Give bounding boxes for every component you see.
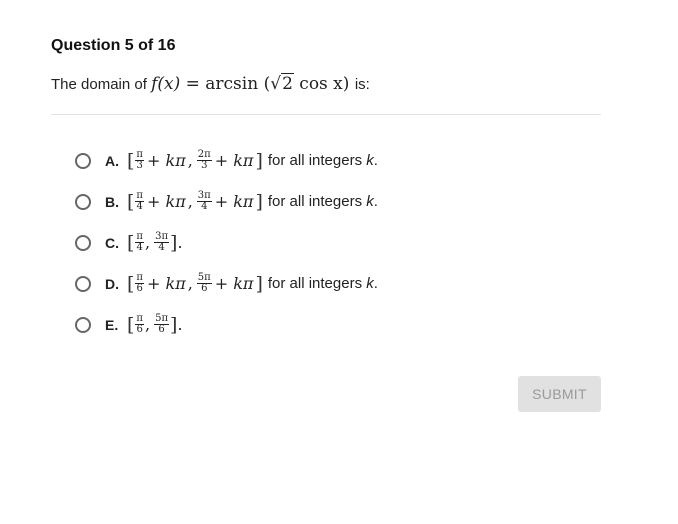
period: .	[373, 193, 378, 210]
period: .	[177, 315, 183, 334]
option-label: D.	[105, 275, 119, 292]
fraction: 3π 4	[154, 231, 170, 253]
suffix-text: for all integers	[267, 193, 363, 210]
option-label: B.	[105, 193, 119, 210]
fraction: π4	[135, 231, 144, 253]
interval-expression: [π 6, 5π 6].	[127, 313, 183, 336]
option-text: [π 6 + kπ, 5π 6 + kπ] for all integers k.	[127, 273, 378, 295]
submit-button[interactable]: SUBMIT	[518, 376, 601, 412]
divider	[51, 114, 601, 115]
radio-button[interactable]	[75, 152, 91, 169]
radio-button[interactable]	[75, 193, 91, 210]
plus-kpi: + kπ	[214, 151, 254, 170]
period: .	[373, 275, 378, 292]
period: .	[177, 233, 183, 252]
option-text: [π 4, 3π 4].	[127, 232, 188, 254]
option-text: [π 6, 5π 6].	[127, 314, 188, 336]
fraction: 2π 3	[196, 149, 212, 171]
fraction: π4	[135, 190, 144, 212]
period: .	[373, 152, 378, 169]
prompt-cos: cos x	[299, 74, 343, 94]
comma: ,	[145, 315, 151, 334]
fraction: π6	[135, 272, 144, 294]
comma: ,	[187, 274, 193, 293]
comma: ,	[145, 233, 151, 252]
fraction: π6	[135, 313, 144, 335]
answer-option[interactable]: C. [π 4, 3π 4].	[75, 222, 378, 263]
radio-button[interactable]	[75, 234, 91, 251]
comma: ,	[187, 192, 193, 211]
question-header: Question 5 of 16	[51, 37, 176, 54]
fraction: 5π 6	[196, 272, 212, 294]
suffix-variable: k	[366, 152, 374, 169]
answer-option[interactable]: D.[π 6 + kπ, 5π 6 + kπ] for all integers k.	[75, 263, 378, 304]
fraction: 3π 4	[196, 190, 212, 212]
suffix-text: for all integers	[267, 275, 363, 292]
option-suffix: for all integers k.	[268, 275, 378, 292]
radio-button[interactable]	[75, 316, 91, 333]
option-text: [π 4 + kπ, 3π 4 + kπ] for all integers k.	[127, 191, 378, 213]
interval-expression: [π 6 + kπ, 5π 6 + kπ]	[127, 272, 263, 295]
plus-kpi: + kπ	[147, 151, 186, 170]
prompt-prefix: The domain of	[51, 76, 147, 93]
interval-expression: [π 4 + kπ, 3π 4 + kπ]	[127, 190, 263, 213]
answer-options: A.[π 3 + kπ, 2π 3 + kπ] for all integers k. B.[…	[75, 140, 378, 345]
interval-expression: [π 3 + kπ, 2π 3 + kπ]	[127, 149, 263, 172]
suffix-variable: k	[366, 275, 374, 292]
answer-option[interactable]: B.[π 4 + kπ, 3π 4 + kπ] for all integers k.	[75, 181, 378, 222]
radio-button[interactable]	[75, 275, 91, 292]
option-suffix: for all integers k.	[268, 193, 378, 210]
plus-kpi: + kπ	[147, 192, 186, 211]
option-suffix: for all integers k.	[268, 152, 378, 169]
prompt-fx: f(x) =	[151, 74, 200, 94]
prompt-suffix: is:	[354, 76, 370, 93]
interval-expression: [π 4, 3π 4].	[127, 231, 183, 254]
answer-option[interactable]: E. [π 6, 5π 6].	[75, 304, 378, 345]
option-label: E.	[105, 316, 119, 333]
prompt-math: f(x) = arcsin (√2 cos x)	[151, 73, 350, 94]
fraction: π3	[135, 149, 144, 171]
option-label: A.	[105, 152, 119, 169]
option-label: C.	[105, 234, 119, 251]
plus-kpi: + kπ	[214, 274, 254, 293]
fraction: 5π 6	[154, 313, 170, 335]
suffix-text: for all integers	[267, 152, 363, 169]
option-text: [π 3 + kπ, 2π 3 + kπ] for all integers k.	[127, 150, 378, 172]
answer-option[interactable]: A.[π 3 + kπ, 2π 3 + kπ] for all integers k.	[75, 140, 378, 181]
suffix-variable: k	[366, 193, 374, 210]
plus-kpi: + kπ	[214, 192, 254, 211]
comma: ,	[187, 151, 193, 170]
question-prompt: The domain of f(x) = arcsin (√2 cos x) i…	[51, 73, 370, 94]
prompt-fn: arcsin	[205, 74, 259, 94]
plus-kpi: + kπ	[147, 274, 186, 293]
sqrt-expr: √2	[270, 73, 294, 94]
